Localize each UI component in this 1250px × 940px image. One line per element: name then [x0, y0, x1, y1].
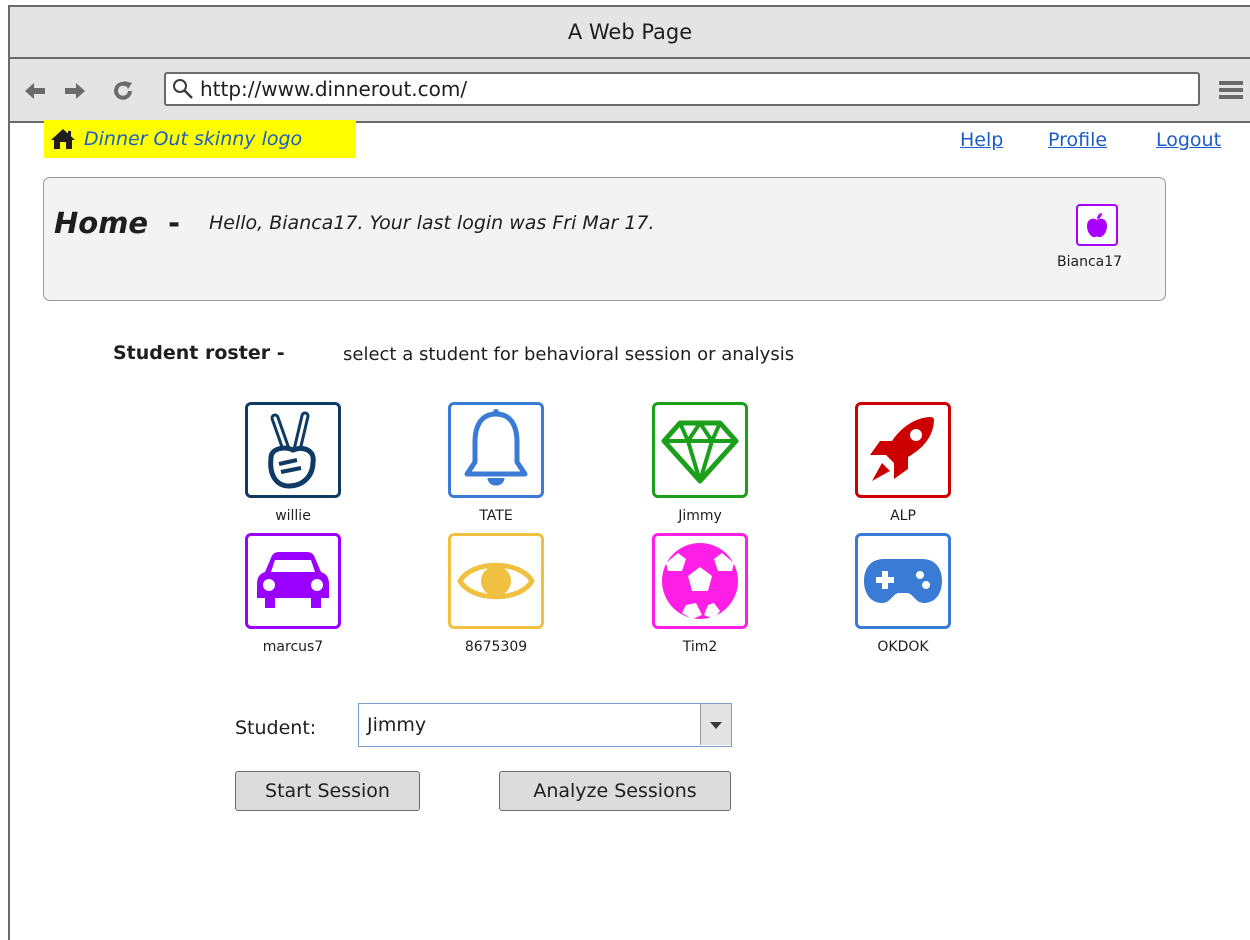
reload-icon[interactable]: [110, 77, 136, 105]
diamond-icon: [652, 402, 748, 498]
peace-hand-icon: [245, 402, 341, 498]
search-icon: [172, 78, 194, 100]
student-select[interactable]: Jimmy: [358, 703, 732, 747]
rocket-icon: [855, 402, 951, 498]
student-tile[interactable]: Tim2: [630, 533, 770, 655]
student-select-label: Student:: [235, 717, 317, 739]
user-avatar[interactable]: [1076, 204, 1118, 246]
student-name: TATE: [479, 508, 513, 524]
title-separator: -: [168, 206, 181, 240]
logout-link[interactable]: Logout: [1156, 129, 1221, 151]
soccer-ball-icon: [652, 533, 748, 629]
hamburger-menu-icon[interactable]: [1216, 77, 1246, 103]
help-link[interactable]: Help: [960, 129, 1003, 151]
student-name: Tim2: [682, 639, 718, 655]
logo-text: Dinner Out skinny logo: [84, 128, 303, 150]
forward-arrow-icon[interactable]: [62, 77, 88, 105]
student-name: willie: [275, 508, 311, 524]
home-icon: [50, 128, 76, 150]
address-bar[interactable]: http://www.dinnerout.com/: [164, 72, 1200, 106]
bell-icon: [448, 402, 544, 498]
student-select-value: Jimmy: [367, 714, 427, 736]
url-text: http://www.dinnerout.com/: [200, 77, 468, 101]
browser-navbar: http://www.dinnerout.com/: [10, 59, 1250, 123]
window-title: A Web Page: [567, 20, 693, 44]
analyze-sessions-button[interactable]: Analyze Sessions: [499, 771, 731, 811]
student-tile[interactable]: ALP: [833, 402, 973, 524]
student-tile[interactable]: 8675309: [426, 533, 566, 655]
student-tile[interactable]: marcus7: [223, 533, 363, 655]
roster-title: Student roster -: [113, 342, 285, 364]
student-tile[interactable]: willie: [223, 402, 363, 524]
student-name: OKDOK: [877, 639, 929, 655]
page-title: Home: [54, 206, 149, 240]
apple-icon: [1085, 211, 1109, 239]
student-name: Jimmy: [678, 508, 722, 524]
start-session-button[interactable]: Start Session: [235, 771, 420, 811]
dropdown-arrow-icon[interactable]: [700, 704, 731, 745]
back-arrow-icon[interactable]: [22, 77, 48, 105]
student-name: marcus7: [262, 639, 324, 655]
student-name: ALP: [890, 508, 916, 524]
greeting-text: Hello, Bianca17. Your last login was Fri…: [209, 212, 655, 234]
gamepad-icon: [855, 533, 951, 629]
car-icon: [245, 533, 341, 629]
site-logo[interactable]: Dinner Out skinny logo: [44, 120, 356, 158]
home-panel: Home - Hello, Bianca17. Your last login …: [43, 177, 1166, 301]
student-name: 8675309: [464, 639, 528, 655]
student-tile[interactable]: TATE: [426, 402, 566, 524]
student-tile[interactable]: Jimmy: [630, 402, 770, 524]
student-tile[interactable]: OKDOK: [833, 533, 973, 655]
user-name: Bianca17: [1057, 254, 1123, 270]
profile-link[interactable]: Profile: [1048, 129, 1107, 151]
eye-icon: [448, 533, 544, 629]
roster-subtitle: select a student for behavioral session …: [343, 344, 795, 365]
window-titlebar: A Web Page: [10, 7, 1250, 59]
